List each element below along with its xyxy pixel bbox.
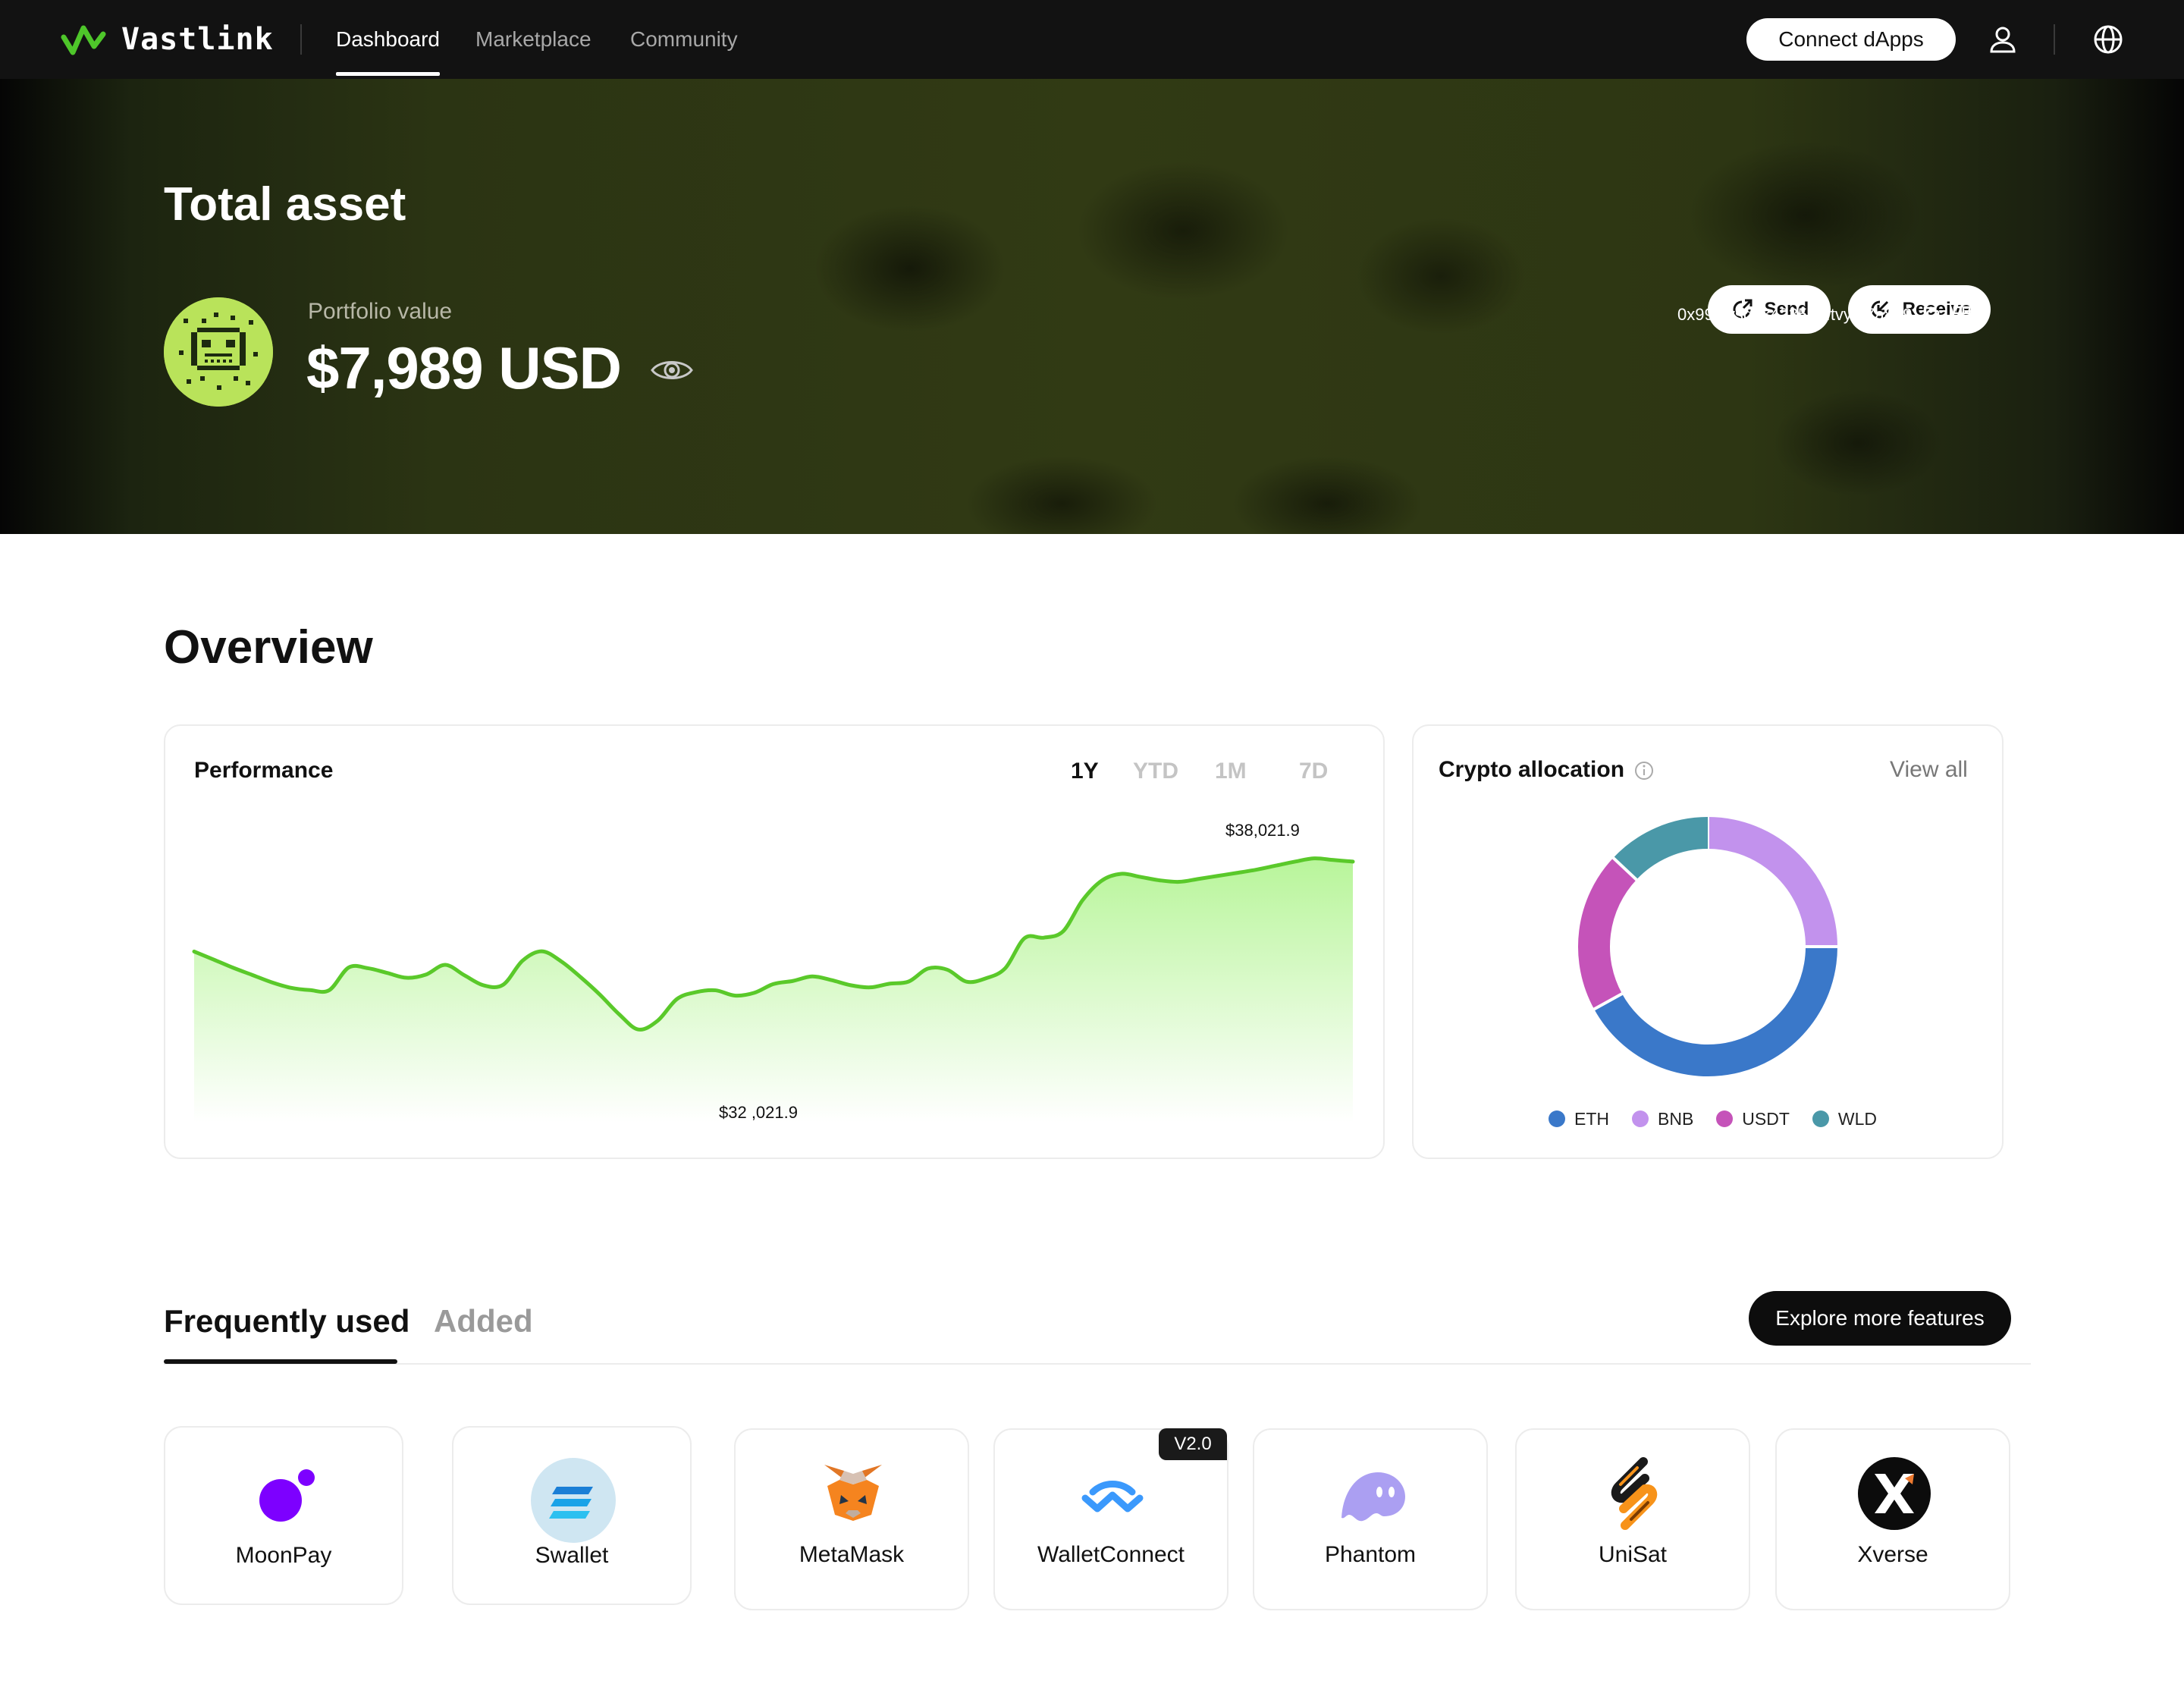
tab-added[interactable]: Added [434, 1303, 533, 1340]
portfolio-value: $7,989 USD [306, 335, 622, 401]
brand-logo[interactable]: Vastlink [61, 20, 274, 59]
legend-dot-wld [1812, 1110, 1829, 1127]
donut-slice-bnb [1707, 817, 1837, 947]
user-icon[interactable] [1985, 21, 2021, 58]
allocation-legend: ETH BNB USDT WLD [1549, 1107, 1877, 1130]
app-tile-phantom[interactable]: Phantom [1253, 1428, 1488, 1610]
unisat-icon [1589, 1448, 1680, 1539]
period-tab-1m[interactable]: 1M [1215, 759, 1247, 784]
avatar[interactable] [164, 297, 273, 407]
active-tab-indicator [164, 1359, 397, 1364]
brand-name: Vastlink [121, 22, 274, 57]
portfolio-label: Portfolio value [308, 299, 453, 324]
nav-link-marketplace[interactable]: Marketplace [475, 24, 592, 55]
chart-min-label: $32 ,021.9 [719, 1103, 798, 1122]
top-nav: Vastlink Dashboard Marketplace Community… [0, 0, 2184, 79]
swallet-icon [528, 1455, 619, 1546]
tab-frequently-used[interactable]: Frequently used [164, 1303, 410, 1340]
performance-area-chart [192, 856, 1355, 1123]
app-name: WalletConnect [1037, 1542, 1185, 1567]
app-name: MetaMask [799, 1542, 905, 1567]
app-name: UniSat [1598, 1542, 1668, 1567]
walletconnect-icon [1067, 1448, 1158, 1539]
app-tile-swallet[interactable]: Swallet [452, 1426, 692, 1605]
legend-dot-bnb [1632, 1110, 1649, 1127]
donut-slice-wld [1613, 817, 1709, 881]
performance-area-fill [194, 858, 1353, 1123]
info-icon[interactable] [1633, 760, 1655, 781]
tabs-divider [164, 1363, 2031, 1365]
period-tab-1y[interactable]: 1Y [1071, 759, 1099, 784]
period-tab-ytd[interactable]: YTD [1133, 759, 1178, 784]
globe-icon[interactable] [2090, 21, 2126, 58]
donut-slice-eth [1594, 946, 1837, 1076]
wallet-address-text: 0x99biysgfi34235.utftvyt77a859 [1677, 305, 1913, 324]
nav-divider [2054, 24, 2055, 55]
allocation-donut-chart [1578, 815, 1839, 1076]
phantom-icon [1326, 1448, 1417, 1539]
version-badge: V2.0 [1159, 1428, 1227, 1460]
view-all-link[interactable]: View all [1890, 757, 1968, 783]
legend-label-usdt: USDT [1742, 1108, 1790, 1129]
legend-dot-usdt [1716, 1110, 1734, 1127]
legend-label-eth: ETH [1574, 1108, 1609, 1129]
allocation-title: Crypto allocation [1439, 757, 1625, 782]
app-tile-metamask[interactable]: MetaMask [734, 1428, 969, 1610]
wallet-address: 0x99biysgfi34235.utftvyt77a859 [1677, 302, 1972, 328]
nav-link-community[interactable]: Community [630, 24, 738, 55]
app-tile-xverse[interactable]: Xverse [1775, 1428, 2010, 1610]
hero-title: Total asset [164, 178, 406, 231]
total-asset-banner: Total asset Portfolio value $7,989 USD S… [0, 79, 2184, 534]
nav-link-dashboard[interactable]: Dashboard [336, 24, 440, 55]
connect-dapps-button[interactable]: Connect dApps [1746, 18, 1956, 61]
nav-divider [300, 24, 302, 55]
app-name: Xverse [1857, 1542, 1928, 1567]
app-tile-moonpay[interactable]: MoonPay [164, 1426, 403, 1605]
copy-icon[interactable] [1921, 304, 1942, 325]
period-tab-7d[interactable]: 7D [1299, 759, 1328, 784]
app-name: MoonPay [235, 1543, 332, 1568]
performance-title: Performance [194, 758, 334, 783]
metamask-icon [808, 1448, 899, 1539]
legend-label-bnb: BNB [1658, 1108, 1694, 1129]
app-tile-unisat[interactable]: UniSat [1515, 1428, 1750, 1610]
pixel-avatar-icon [164, 297, 273, 407]
explore-more-features-button[interactable]: Explore more features [1749, 1291, 2011, 1346]
app-name: Swallet [535, 1543, 609, 1568]
legend-label-wld: WLD [1837, 1108, 1878, 1129]
overview-heading: Overview [164, 621, 373, 674]
moonpay-icon [240, 1447, 331, 1538]
donut-slice-usdt [1578, 857, 1637, 1010]
vastlink-logo-icon [61, 25, 106, 55]
legend-dot-eth [1549, 1110, 1565, 1127]
app-name: Phantom [1324, 1542, 1417, 1567]
chart-max-label: $38,021.9 [1225, 821, 1300, 840]
qr-code-icon[interactable] [1951, 304, 1972, 325]
active-nav-indicator [336, 72, 440, 76]
xverse-icon [1849, 1448, 1940, 1539]
eye-icon[interactable] [649, 353, 695, 387]
